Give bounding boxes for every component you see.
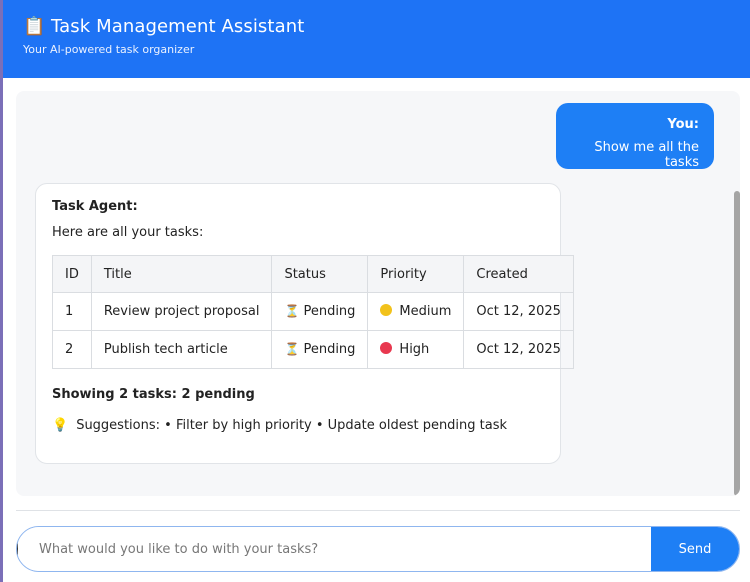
- lightbulb-icon: 💡: [52, 418, 69, 433]
- user-message-sender: You:: [667, 117, 699, 132]
- column-header-status: Status: [271, 255, 369, 293]
- column-header-created: Created: [463, 255, 574, 293]
- divider: [16, 510, 740, 511]
- column-header-title: Title: [90, 255, 273, 293]
- chat-scrollbar[interactable]: [732, 91, 740, 496]
- suggestions-text: Suggestions: • Filter by high priority •…: [76, 418, 508, 433]
- table-row: 1 Review project proposal ⏳ Pending Mediu…: [52, 292, 574, 331]
- task-table: ID Title Status Priority Created 1 Revie…: [52, 255, 574, 369]
- message-input[interactable]: [17, 527, 651, 571]
- cell-title: Review project proposal: [90, 292, 273, 331]
- app-title: Task Management Assistant: [51, 16, 305, 37]
- status-text: Pending: [303, 342, 356, 357]
- agent-message: Task Agent: Here are all your tasks: ID …: [35, 183, 574, 464]
- hourglass-icon: ⏳: [284, 342, 300, 356]
- hourglass-icon: ⏳: [284, 304, 300, 318]
- high-priority-icon: [380, 342, 393, 354]
- chat-scrollbar-thumb[interactable]: [734, 191, 740, 496]
- cell-status: ⏳ Pending: [271, 292, 369, 331]
- cell-created: Oct 12, 2025: [463, 330, 574, 369]
- user-message-text: Show me all the tasks: [594, 140, 699, 170]
- table-header-row: ID Title Status Priority Created: [52, 255, 574, 293]
- priority-text: High: [399, 342, 430, 357]
- cell-created: Oct 12, 2025: [463, 292, 574, 331]
- composer: Send: [16, 526, 740, 572]
- column-header-id: ID: [52, 255, 92, 293]
- cell-id: 1: [52, 292, 92, 331]
- cell-priority: High: [367, 330, 465, 369]
- medium-priority-icon: [380, 304, 393, 316]
- column-header-priority: Priority: [367, 255, 465, 293]
- agent-message-intro: Here are all your tasks:: [52, 225, 204, 240]
- user-message: You: Show me all the tasks: [556, 103, 714, 170]
- task-summary: Showing 2 tasks: 2 pending: [52, 387, 255, 402]
- header: 📋 Task Management Assistant Your AI-powe…: [3, 0, 750, 78]
- app-subtitle: Your AI-powered task organizer: [23, 43, 195, 56]
- table-row: 2 Publish tech article ⏳ Pending High Oct…: [52, 330, 574, 369]
- cell-id: 2: [52, 330, 92, 369]
- suggestions: 💡 Suggestions: • Filter by high priority…: [52, 418, 544, 433]
- cell-title: Publish tech article: [90, 330, 273, 369]
- chat-history[interactable]: You: Show me all the tasks Task Agent: H…: [16, 91, 740, 496]
- header-title-row: 📋 Task Management Assistant: [23, 16, 750, 37]
- priority-text: Medium: [399, 304, 452, 319]
- send-button[interactable]: Send: [651, 527, 739, 571]
- app-window: 📋 Task Management Assistant Your AI-powe…: [3, 0, 750, 582]
- status-text: Pending: [303, 304, 356, 319]
- cell-priority: Medium: [367, 292, 465, 331]
- clipboard-icon: 📋: [23, 16, 46, 37]
- cell-status: ⏳ Pending: [271, 330, 369, 369]
- agent-message-sender: Task Agent:: [52, 199, 138, 214]
